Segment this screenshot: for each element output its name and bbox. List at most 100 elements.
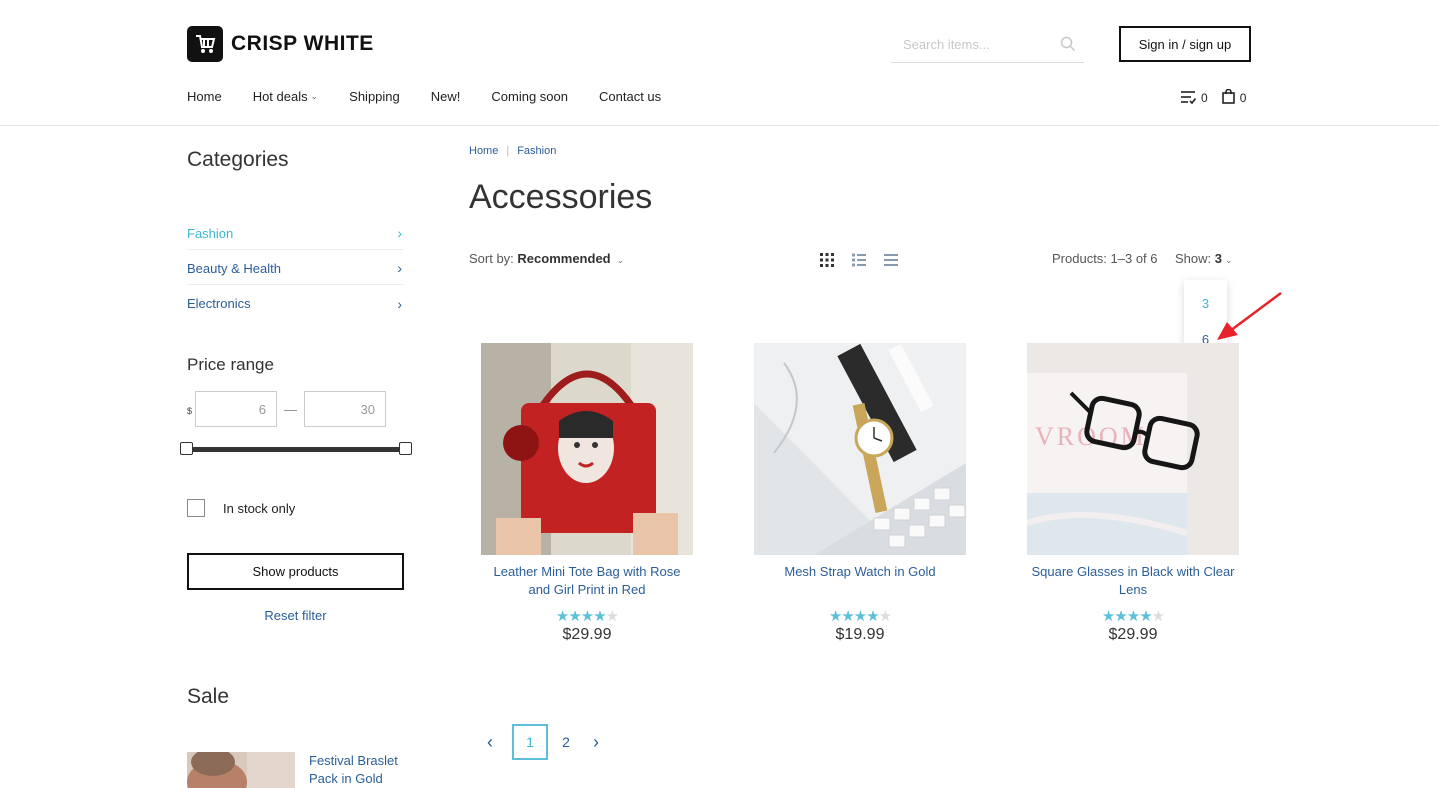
price-min-field[interactable] xyxy=(195,391,278,427)
nav-home-label: Home xyxy=(187,89,222,104)
nav-new[interactable]: New! xyxy=(431,89,461,104)
category-list: Fashion › Beauty & Health › Electronics … xyxy=(187,215,404,320)
nav-home[interactable]: Home xyxy=(187,89,222,104)
search-icon[interactable] xyxy=(1060,36,1076,57)
page-title: Accessories xyxy=(469,178,653,216)
price-slider-min-handle[interactable] xyxy=(180,442,193,455)
price-slider-track[interactable] xyxy=(180,442,412,455)
chevron-down-icon: ⌄ xyxy=(1225,255,1233,265)
prev-page-icon[interactable]: ‹ xyxy=(478,732,502,753)
list-view-icon[interactable] xyxy=(851,252,867,273)
product-image-gold-watch[interactable] xyxy=(754,343,966,555)
in-stock-filter[interactable]: In stock only xyxy=(187,499,295,517)
product-rating: ★★★★★ xyxy=(481,607,693,625)
reset-filter-link[interactable]: Reset filter xyxy=(187,608,404,623)
product-image-red-tote-bag[interactable] xyxy=(481,343,693,555)
star-filled-icon: ★ xyxy=(853,608,867,625)
nav-coming-soon[interactable]: Coming soon xyxy=(491,89,568,104)
breadcrumb-home[interactable]: Home xyxy=(469,145,498,157)
product-price: $29.99 xyxy=(1108,626,1158,643)
nav-coming-soon-label: Coming soon xyxy=(491,89,568,104)
pagination: ‹ 1 2 › xyxy=(478,724,608,760)
product-name[interactable]: Leather Mini Tote Bag with Rose and Girl… xyxy=(481,563,693,599)
in-stock-checkbox[interactable] xyxy=(187,499,205,517)
nav-contact-us-label: Contact us xyxy=(599,89,662,104)
star-filled-icon: ★ xyxy=(1126,608,1140,625)
product-price: $29.99 xyxy=(562,626,612,643)
product-price: $19.99 xyxy=(835,626,885,643)
price-range-title: Price range xyxy=(187,355,274,374)
price-range-inputs: $ — xyxy=(187,391,387,427)
star-filled-icon: ★ xyxy=(1139,608,1152,625)
chevron-down-icon: ⌄ xyxy=(310,91,319,101)
chevron-right-icon: › xyxy=(397,225,402,241)
sort-dropdown[interactable]: Sort by: Recommended ⌄ xyxy=(469,251,624,266)
star-empty-icon: ★ xyxy=(878,608,892,625)
star-empty-icon: ★ xyxy=(605,608,619,625)
cart-count: 0 xyxy=(1239,91,1247,105)
star-filled-icon: ★ xyxy=(568,608,581,625)
compare-count: 0 xyxy=(1201,91,1208,105)
product-name[interactable]: Mesh Strap Watch in Gold xyxy=(754,563,966,599)
sale-title: Sale xyxy=(187,685,230,708)
sale-item-name[interactable]: Festival Braslet Pack in Gold xyxy=(309,752,409,788)
chevron-down-icon: ⌄ xyxy=(616,255,625,265)
compare-button[interactable]: 0 xyxy=(1180,90,1208,107)
nav-new-label: New! xyxy=(430,89,461,104)
products-count: Products: 1–3 of 6 xyxy=(1052,251,1158,266)
product-image-square-glasses[interactable]: VROOM xyxy=(1027,343,1239,555)
category-electronics[interactable]: Electronics › xyxy=(187,285,404,320)
star-filled-icon: ★ xyxy=(828,608,842,625)
product-name[interactable]: Square Glasses in Black with Clear Lens xyxy=(1027,563,1239,599)
show-products-button[interactable]: Show products xyxy=(187,553,404,590)
cart-button[interactable]: 0 xyxy=(1221,88,1247,107)
next-page-icon[interactable]: › xyxy=(584,732,608,753)
main-nav: Home Hot deals ⌄ Shipping New! Coming soo… xyxy=(187,89,692,104)
product-rating: ★★★★★ xyxy=(754,607,966,625)
price-slider-max-handle[interactable] xyxy=(399,442,412,455)
nav-hot-deals[interactable]: Hot deals ⌄ xyxy=(253,89,318,104)
sort-value: Recommended xyxy=(517,251,611,266)
star-filled-icon: ★ xyxy=(593,608,606,625)
star-empty-icon: ★ xyxy=(1151,608,1165,625)
nav-contact-us[interactable]: Contact us xyxy=(599,89,661,104)
product-card: VROOM Square Glasses in Black with Clear… xyxy=(1027,343,1239,644)
star-filled-icon: ★ xyxy=(580,608,594,625)
search-input[interactable] xyxy=(891,36,1051,52)
brand-logo[interactable]: CRISP WHITE xyxy=(187,26,374,62)
cart-logo-icon xyxy=(187,26,223,62)
breadcrumb-fashion[interactable]: Fashion xyxy=(517,145,556,157)
chevron-right-icon: › xyxy=(397,295,402,312)
category-beauty-health[interactable]: Beauty & Health › xyxy=(187,250,404,285)
star-filled-icon: ★ xyxy=(1114,608,1127,625)
range-dash: — xyxy=(284,401,298,417)
show-label: Show: xyxy=(1175,251,1212,266)
category-label: Fashion xyxy=(187,225,234,241)
star-filled-icon: ★ xyxy=(555,608,569,625)
show-per-page-dropdown[interactable]: Show: 3 ⌄ xyxy=(1175,251,1233,266)
currency-symbol: $ xyxy=(187,406,193,416)
sign-in-button[interactable]: Sign in / sign up xyxy=(1119,26,1251,62)
grid-view-icon[interactable] xyxy=(819,252,835,273)
annotation-arrow-icon xyxy=(1217,291,1282,340)
nav-hot-deals-label: Hot deals xyxy=(252,89,308,104)
page-1-button[interactable]: 1 xyxy=(512,724,548,760)
chevron-right-icon: › xyxy=(397,260,402,276)
nav-shipping[interactable]: Shipping xyxy=(349,89,400,104)
compact-view-icon[interactable] xyxy=(883,252,899,273)
in-stock-label: In stock only xyxy=(223,500,296,516)
page-2-button[interactable]: 2 xyxy=(548,724,584,760)
categories-title: Categories xyxy=(187,148,289,171)
header-divider xyxy=(0,125,1439,126)
star-filled-icon: ★ xyxy=(866,608,879,625)
category-fashion[interactable]: Fashion › xyxy=(187,215,404,250)
product-card: Mesh Strap Watch in Gold ★★★★★ $19.99 xyxy=(754,343,966,644)
price-max-field[interactable] xyxy=(304,391,387,427)
category-label: Electronics xyxy=(187,296,251,311)
star-filled-icon: ★ xyxy=(841,608,854,625)
compare-list-icon xyxy=(1180,90,1197,107)
sale-item-image[interactable] xyxy=(187,752,295,788)
sale-item[interactable]: Festival Braslet Pack in Gold xyxy=(187,752,409,788)
shopping-bag-icon xyxy=(1221,88,1235,107)
nav-shipping-label: Shipping xyxy=(349,89,400,104)
